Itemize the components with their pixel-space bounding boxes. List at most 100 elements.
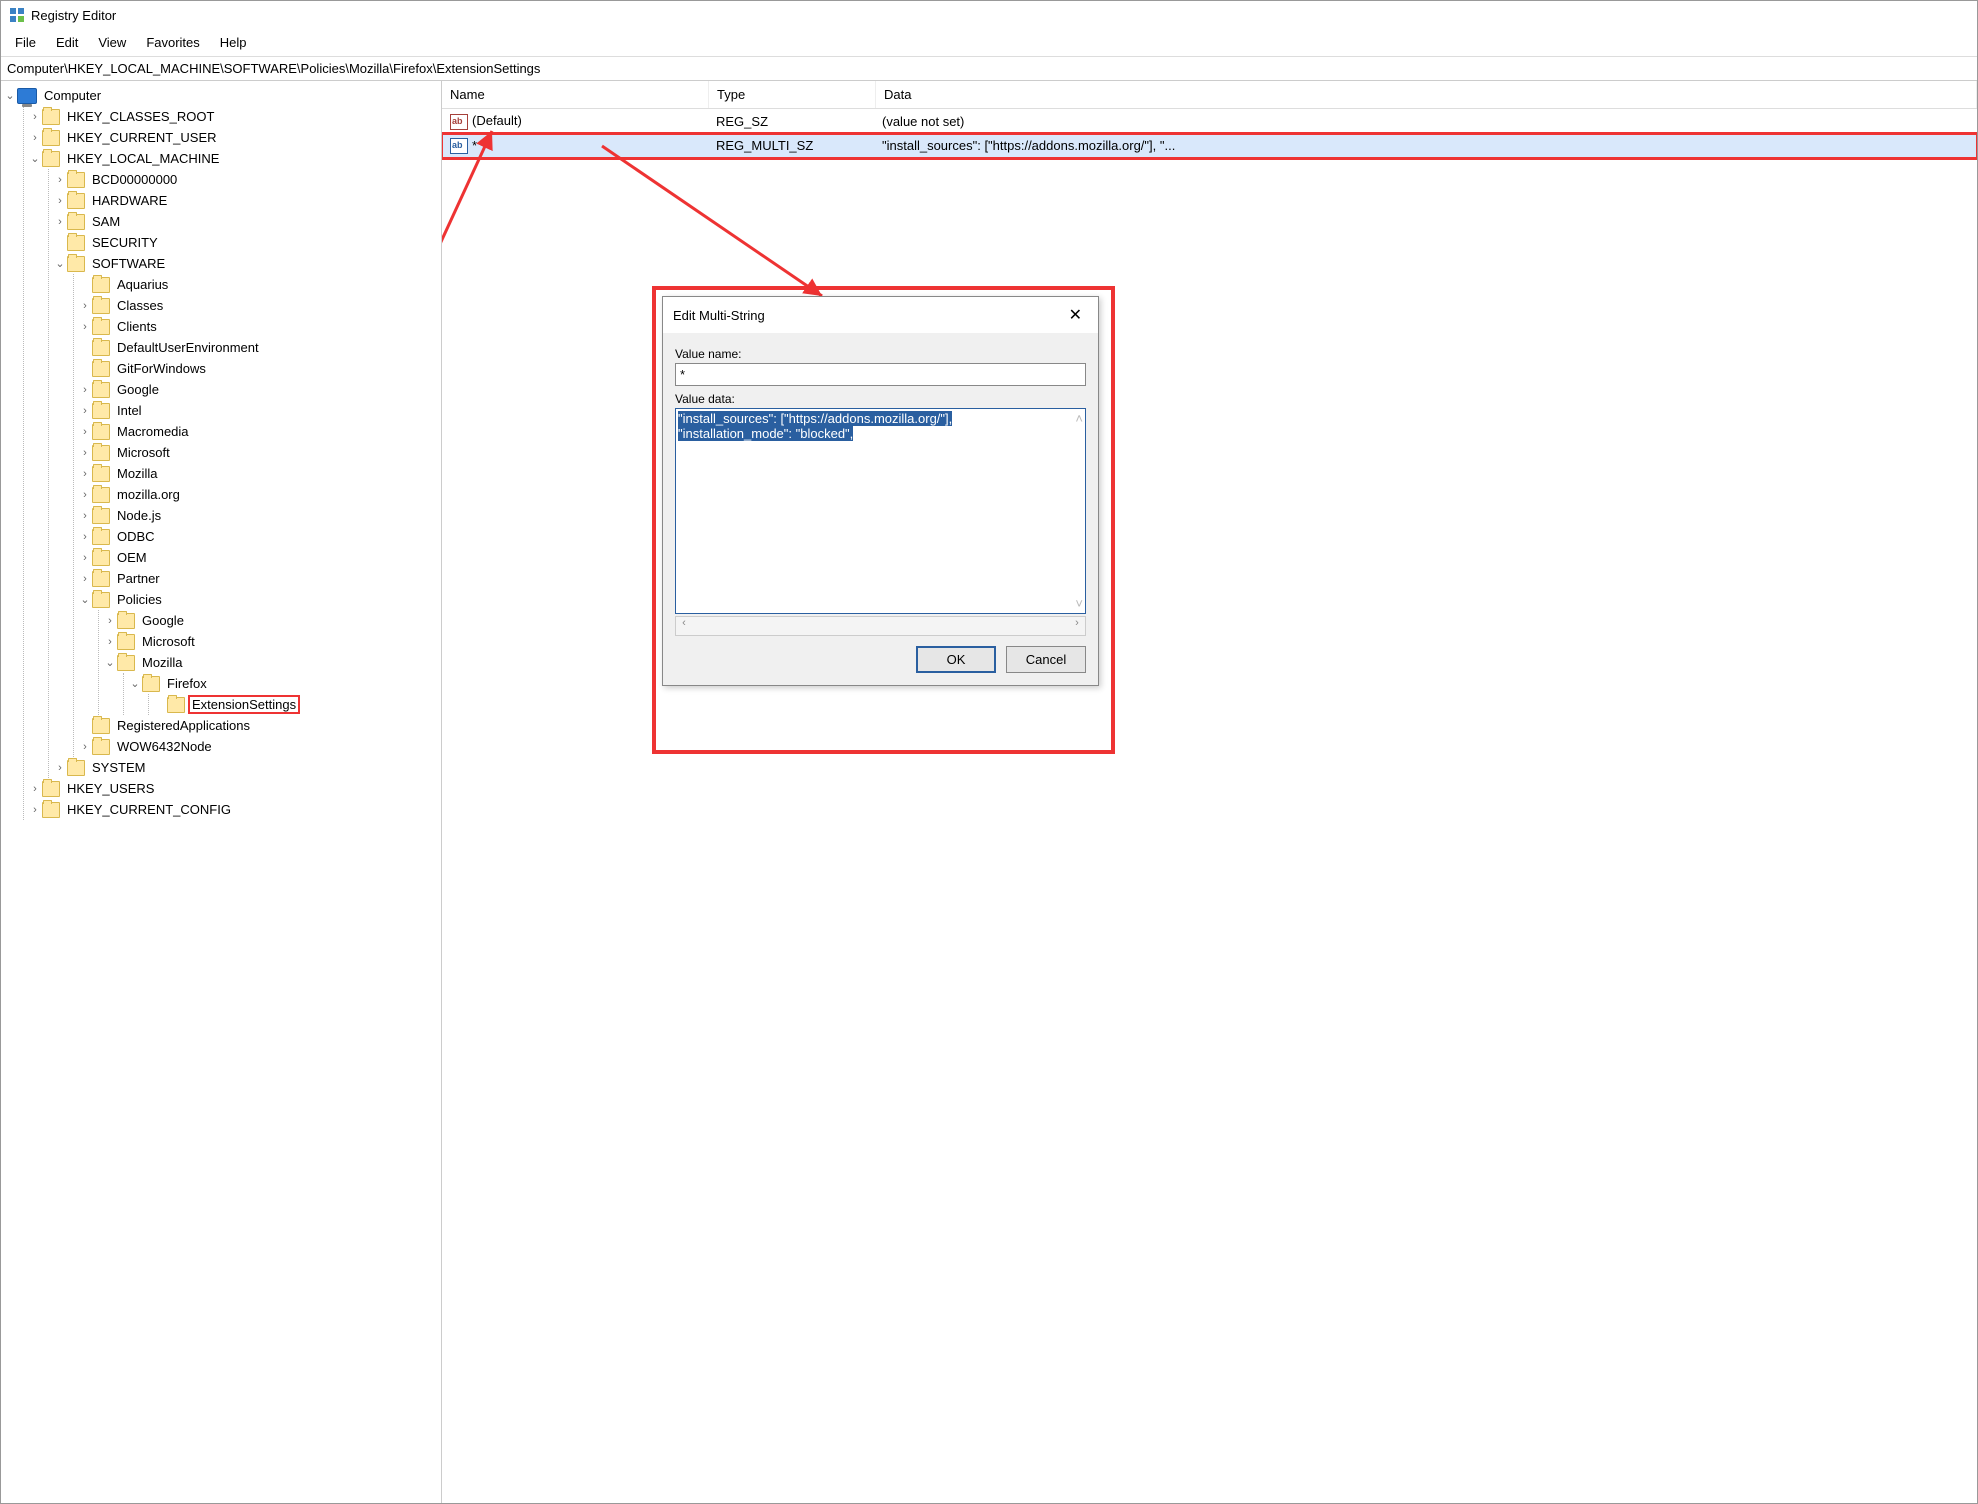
- scroll-left-icon[interactable]: ‹: [676, 617, 692, 635]
- tree-node-label: ODBC: [114, 528, 158, 545]
- tree-node-bcd00000000[interactable]: ›BCD00000000: [51, 169, 441, 190]
- tree-node-mozilla[interactable]: ›Mozilla: [76, 463, 441, 484]
- expand-icon[interactable]: ›: [78, 405, 92, 417]
- menu-file[interactable]: File: [5, 31, 46, 54]
- tree-node-wow6432node[interactable]: ›WOW6432Node: [76, 736, 441, 757]
- tree-node-extensionsettings[interactable]: ExtensionSettings: [151, 694, 441, 715]
- folder-icon: [92, 718, 110, 734]
- tree-node-aquarius[interactable]: Aquarius: [76, 274, 441, 295]
- expand-icon[interactable]: ›: [78, 384, 92, 396]
- tree-node-registeredapplications[interactable]: RegisteredApplications: [76, 715, 441, 736]
- value-name-input[interactable]: [675, 363, 1086, 386]
- horizontal-scrollbar[interactable]: ‹›: [675, 616, 1086, 636]
- tree-node-hkey-classes-root[interactable]: ›HKEY_CLASSES_ROOT: [26, 106, 441, 127]
- menu-help[interactable]: Help: [210, 31, 257, 54]
- folder-icon: [167, 697, 185, 713]
- expand-icon[interactable]: ›: [78, 426, 92, 438]
- tree-node-mozilla-org[interactable]: ›mozilla.org: [76, 484, 441, 505]
- tree-node-microsoft[interactable]: ›Microsoft: [101, 631, 441, 652]
- cell-type: REG_SZ: [708, 112, 874, 131]
- address-bar[interactable]: Computer\HKEY_LOCAL_MACHINE\SOFTWARE\Pol…: [1, 57, 1977, 81]
- tree-node-software[interactable]: ⌄SOFTWAREAquarius›Classes›ClientsDefault…: [51, 253, 441, 757]
- menu-favorites[interactable]: Favorites: [136, 31, 209, 54]
- tree-node-google[interactable]: ›Google: [76, 379, 441, 400]
- tree-pane[interactable]: ⌄Computer›HKEY_CLASSES_ROOT›HKEY_CURRENT…: [1, 81, 442, 1503]
- expand-icon[interactable]: ›: [78, 531, 92, 543]
- folder-icon: [92, 361, 110, 377]
- expand-icon[interactable]: ›: [78, 489, 92, 501]
- expand-icon[interactable]: ›: [28, 132, 42, 144]
- scroll-right-icon[interactable]: ›: [1069, 617, 1085, 635]
- expand-icon[interactable]: ›: [103, 636, 117, 648]
- tree-node-hkey-users[interactable]: ›HKEY_USERS: [26, 778, 441, 799]
- expand-icon[interactable]: ›: [28, 783, 42, 795]
- tree-node-hardware[interactable]: ›HARDWARE: [51, 190, 441, 211]
- list-row[interactable]: (Default)REG_SZ(value not set): [442, 109, 1977, 134]
- folder-icon: [92, 277, 110, 293]
- expand-icon[interactable]: ›: [78, 447, 92, 459]
- expand-icon[interactable]: ›: [78, 321, 92, 333]
- tree-node-google[interactable]: ›Google: [101, 610, 441, 631]
- tree-node-policies[interactable]: ⌄Policies›Google›Microsoft⌄Mozilla⌄Firef…: [76, 589, 441, 715]
- tree-node-clients[interactable]: ›Clients: [76, 316, 441, 337]
- col-header-type[interactable]: Type: [709, 81, 876, 108]
- expand-icon[interactable]: ⌄: [28, 152, 42, 165]
- close-icon[interactable]: ✕: [1063, 305, 1088, 325]
- tree-node-system[interactable]: › SYSTEM: [51, 757, 441, 778]
- expand-icon[interactable]: ›: [53, 216, 67, 228]
- expand-icon[interactable]: ⌄: [128, 677, 142, 690]
- cancel-button[interactable]: Cancel: [1006, 646, 1086, 673]
- expand-icon[interactable]: ›: [28, 111, 42, 123]
- expand-icon[interactable]: ›: [53, 195, 67, 207]
- tree-node-partner[interactable]: ›Partner: [76, 568, 441, 589]
- tree-node-sam[interactable]: ›SAM: [51, 211, 441, 232]
- folder-icon: [117, 634, 135, 650]
- titlebar: Registry Editor: [1, 1, 1977, 29]
- folder-icon: [92, 424, 110, 440]
- expand-icon[interactable]: ›: [53, 762, 67, 774]
- tree-node-defaultuserenvironment[interactable]: DefaultUserEnvironment: [76, 337, 441, 358]
- tree-node-odbc[interactable]: › ODBC: [76, 526, 441, 547]
- app-title: Registry Editor: [31, 8, 116, 23]
- scroll-up-icon[interactable]: ˄: [1075, 411, 1083, 426]
- tree-node-classes[interactable]: ›Classes: [76, 295, 441, 316]
- tree-node-intel[interactable]: ›Intel: [76, 400, 441, 421]
- expand-icon[interactable]: ›: [28, 804, 42, 816]
- expand-icon[interactable]: ›: [78, 552, 92, 564]
- expand-icon[interactable]: ⌄: [78, 593, 92, 606]
- col-header-name[interactable]: Name: [442, 81, 709, 108]
- expand-icon[interactable]: ⌄: [3, 89, 17, 102]
- scroll-down-icon[interactable]: ˅: [1075, 596, 1083, 611]
- col-header-data[interactable]: Data: [876, 81, 1977, 108]
- tree-node-security[interactable]: SECURITY: [51, 232, 441, 253]
- tree-node-firefox[interactable]: ⌄FirefoxExtensionSettings: [126, 673, 441, 715]
- folder-icon: [117, 655, 135, 671]
- expand-icon[interactable]: ›: [78, 510, 92, 522]
- tree-node-node-js[interactable]: ›Node.js: [76, 505, 441, 526]
- menu-edit[interactable]: Edit: [46, 31, 88, 54]
- expand-icon[interactable]: ›: [78, 300, 92, 312]
- value-data-textarea[interactable]: "install_sources": ["https://addons.mozi…: [675, 408, 1086, 614]
- list-pane[interactable]: Name Type Data (Default)REG_SZ(value not…: [442, 81, 1977, 1503]
- ok-button[interactable]: OK: [916, 646, 996, 673]
- menu-view[interactable]: View: [88, 31, 136, 54]
- tree-node-label: SYSTEM: [89, 759, 148, 776]
- folder-icon: [92, 550, 110, 566]
- tree-node-hkey-current-user[interactable]: ›HKEY_CURRENT_USER: [26, 127, 441, 148]
- tree-node-gitforwindows[interactable]: GitForWindows: [76, 358, 441, 379]
- tree-node-hkey-current-config[interactable]: ›HKEY_CURRENT_CONFIG: [26, 799, 441, 820]
- tree-node-microsoft[interactable]: ›Microsoft: [76, 442, 441, 463]
- tree-node-hkey-local-machine[interactable]: ⌄HKEY_LOCAL_MACHINE›BCD00000000›HARDWARE…: [26, 148, 441, 778]
- expand-icon[interactable]: ›: [78, 741, 92, 753]
- expand-icon[interactable]: ⌄: [103, 656, 117, 669]
- expand-icon[interactable]: ›: [78, 573, 92, 585]
- tree-node-mozilla[interactable]: ⌄Mozilla⌄FirefoxExtensionSettings: [101, 652, 441, 715]
- expand-icon[interactable]: ⌄: [53, 257, 67, 270]
- expand-icon[interactable]: ›: [53, 174, 67, 186]
- tree-node-computer[interactable]: ⌄Computer›HKEY_CLASSES_ROOT›HKEY_CURRENT…: [1, 85, 441, 820]
- expand-icon[interactable]: ›: [78, 468, 92, 480]
- list-row[interactable]: *REG_MULTI_SZ"install_sources": ["https:…: [442, 134, 1977, 159]
- expand-icon[interactable]: ›: [103, 615, 117, 627]
- tree-node-oem[interactable]: ›OEM: [76, 547, 441, 568]
- tree-node-macromedia[interactable]: ›Macromedia: [76, 421, 441, 442]
